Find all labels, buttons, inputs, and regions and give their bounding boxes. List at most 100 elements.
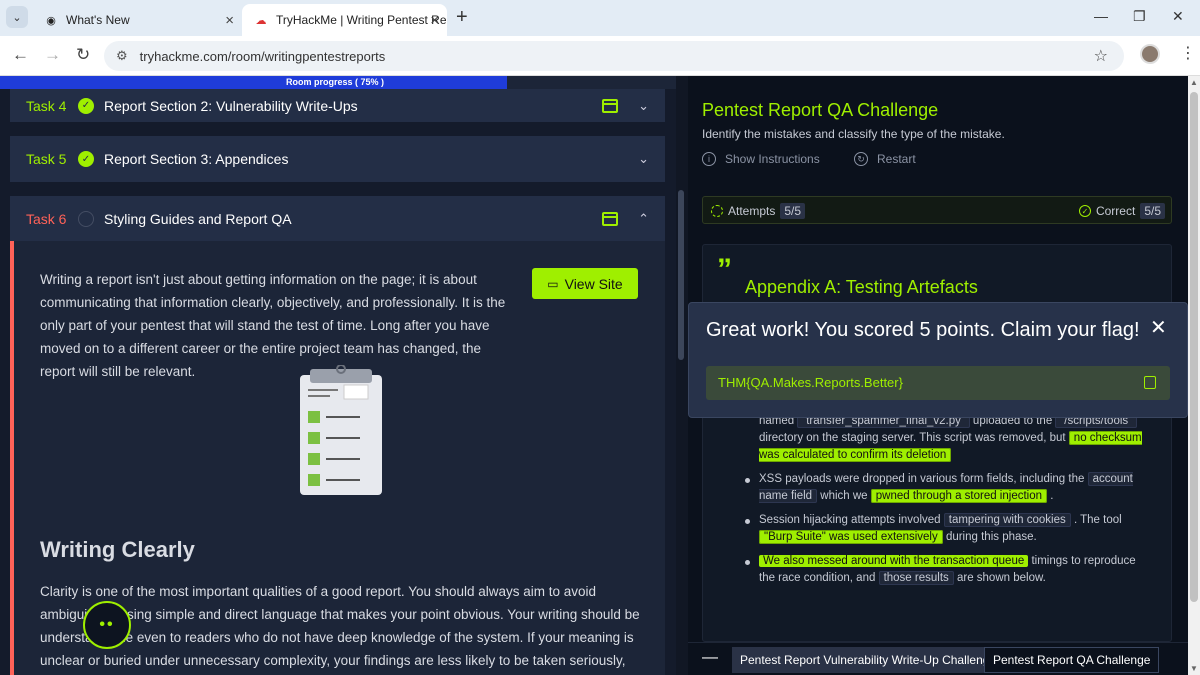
right-scrollbar[interactable]: ▲ ▼ (1188, 76, 1200, 675)
browser-tab-tryhackme[interactable]: ☁ TryHackMe | Writing Pentest Re × (242, 4, 447, 36)
tab-search-button[interactable]: ⌄ (6, 6, 28, 28)
show-instructions-label: Show Instructions (725, 152, 820, 166)
restart-button[interactable]: ↻ Restart (854, 152, 916, 166)
flagged-mistake[interactable]: pwned through a stored injection (870, 489, 1048, 503)
text: are shown below. (956, 572, 1046, 584)
attempts-label: Attempts (728, 204, 776, 218)
minimize-icon[interactable]: — (1094, 8, 1108, 24)
view-site-button[interactable]: ▭ View Site (532, 268, 638, 299)
room-progress-fill (0, 76, 507, 89)
scroll-down-icon[interactable]: ▼ (1190, 664, 1198, 673)
text: . (1050, 490, 1054, 502)
challenge-title: Pentest Report QA Challenge (702, 100, 939, 120)
calendar-icon (602, 98, 619, 113)
copy-icon[interactable] (1144, 376, 1156, 389)
tab-title: TryHackMe | Writing Pentest Re (276, 13, 447, 27)
qa-challenge-panel: Pentest Report QA Challenge Identify the… (688, 76, 1188, 675)
flagged-mistake[interactable]: "Burp Suite" was used extensively (759, 530, 943, 544)
restart-label: Restart (877, 152, 916, 166)
intro-paragraph: Writing a report isn't just about gettin… (40, 272, 506, 379)
close-tab-icon[interactable]: × (430, 12, 439, 29)
check-circle-icon: ✓ (78, 97, 94, 114)
flagged-mistake[interactable]: We also messed around with the transacti… (759, 555, 1029, 567)
room-content-panel: Room progress ( 75% ) Task 4 ✓ Report Se… (0, 76, 676, 675)
code-span[interactable]: those results (878, 571, 954, 585)
task-number: Task 4 (26, 97, 67, 114)
browser-tab-whats-new[interactable]: ◉ What's New × (32, 4, 242, 36)
tab-title: What's New (66, 13, 130, 27)
score-stats: Attempts 5/5 ✓ Correct 5/5 (702, 196, 1172, 224)
browser-menu-icon[interactable]: ⋮ (1180, 43, 1196, 63)
room-progress-bar: Room progress ( 75% ) (0, 76, 676, 89)
attempts-icon (711, 205, 723, 217)
quote-icon: ” (717, 253, 732, 286)
panel-divider[interactable] (676, 76, 688, 675)
list-item: XSS payloads were dropped in various for… (745, 471, 1150, 505)
assistant-bot-icon[interactable]: •• (83, 601, 131, 649)
tryhackme-icon: ☁ (255, 14, 267, 27)
scroll-up-icon[interactable]: ▲ (1190, 78, 1198, 87)
task-4-header[interactable]: Task 4 ✓ Report Section 2: Vulnerability… (10, 89, 665, 122)
bookmark-star-icon[interactable]: ☆ (1094, 46, 1108, 66)
browser-tab-bar: ⌄ ◉ What's New × ☁ TryHackMe | Writing P… (0, 0, 1200, 36)
new-tab-button[interactable]: + (456, 6, 468, 29)
calendar-icon (602, 212, 619, 226)
flag-box[interactable]: THM{QA.Makes.Reports.Better} (706, 366, 1170, 400)
close-window-icon[interactable]: ✕ (1172, 8, 1184, 25)
close-icon[interactable]: ✕ (1150, 315, 1167, 340)
task-title: Styling Guides and Report QA (104, 211, 292, 227)
room-progress-label: Room progress ( 75% ) (286, 77, 385, 87)
task-5-header[interactable]: Task 5 ✓ Report Section 3: Appendices ⌄ (10, 136, 665, 182)
task-title: Report Section 3: Appendices (104, 151, 289, 167)
task-number: Task 6 (26, 211, 67, 227)
artefact-list: named `transfer_spammer_final_v2.py` upl… (745, 413, 1150, 594)
check-circle-icon: ✓ (78, 151, 94, 167)
tab-vulnerability-writeup-challenge[interactable]: Pentest Report Vulnerability Write-Up Ch… (732, 647, 1005, 673)
info-icon: i (702, 152, 716, 166)
challenge-subtitle: Identify the mistakes and classify the t… (702, 127, 1005, 141)
task-number: Task 5 (26, 151, 67, 167)
show-instructions-button[interactable]: i Show Instructions (702, 152, 820, 166)
clipboard-checklist-illustration (300, 365, 382, 495)
text: directory on the staging server. This sc… (759, 432, 1066, 444)
list-item: named `transfer_spammer_final_v2.py` upl… (745, 413, 1150, 464)
divider-handle[interactable] (678, 190, 684, 360)
code-span[interactable]: tampering with cookies (943, 513, 1071, 527)
section-heading: Writing Clearly (40, 537, 195, 562)
close-tab-icon[interactable]: × (225, 12, 234, 29)
collapse-icon[interactable]: — (702, 649, 718, 667)
task-6-header[interactable]: Task 6 Styling Guides and Report QA ⌃ (10, 196, 665, 242)
chevron-down-icon[interactable]: ⌄ (638, 151, 649, 167)
monitor-icon: ▭ (547, 276, 559, 291)
restart-icon: ↻ (854, 152, 868, 166)
chevron-up-icon[interactable]: ⌃ (638, 211, 649, 227)
view-site-label: View Site (564, 275, 623, 292)
text: which we (820, 490, 868, 502)
success-message: Great work! You scored 5 points. Claim y… (706, 319, 1140, 341)
reload-icon[interactable]: ↻ (76, 45, 90, 65)
maximize-icon[interactable]: ❐ (1133, 8, 1146, 25)
url-text: tryhackme.com/room/writingpentestreports (139, 48, 386, 64)
attempts-value: 5/5 (780, 203, 806, 219)
text: XSS payloads were dropped in various for… (759, 473, 1085, 485)
challenge-tab-bar: — Pentest Report Vulnerability Write-Up … (688, 642, 1188, 675)
tab-qa-challenge[interactable]: Pentest Report QA Challenge (984, 647, 1160, 673)
flag-value[interactable]: THM{QA.Makes.Reports.Better} (718, 375, 903, 390)
text: . The tool (1073, 514, 1122, 526)
appendix-heading: Appendix A: Testing Artefacts (745, 277, 978, 297)
flag-modal: Great work! You scored 5 points. Claim y… (688, 302, 1188, 418)
address-bar-row: ← → ↻ ⚙ tryhackme.com/room/writingpentes… (0, 36, 1200, 76)
correct-value: 5/5 (1140, 203, 1165, 219)
back-icon[interactable]: ← (12, 45, 29, 65)
check-circle-icon: ✓ (1078, 205, 1091, 217)
incomplete-circle-icon (78, 211, 94, 227)
site-info-icon[interactable]: ⚙ (116, 48, 128, 64)
avatar[interactable] (1140, 44, 1160, 64)
forward-icon[interactable]: → (44, 45, 61, 65)
list-item: We also messed around with the transacti… (745, 553, 1150, 587)
scrollbar-thumb[interactable] (1190, 92, 1198, 602)
chevron-down-icon[interactable]: ⌄ (638, 98, 649, 114)
chrome-icon: ◉ (46, 14, 56, 27)
text: during this phase. (945, 531, 1037, 543)
url-bar[interactable]: ⚙ tryhackme.com/room/writingpentestrepor… (104, 41, 1124, 71)
